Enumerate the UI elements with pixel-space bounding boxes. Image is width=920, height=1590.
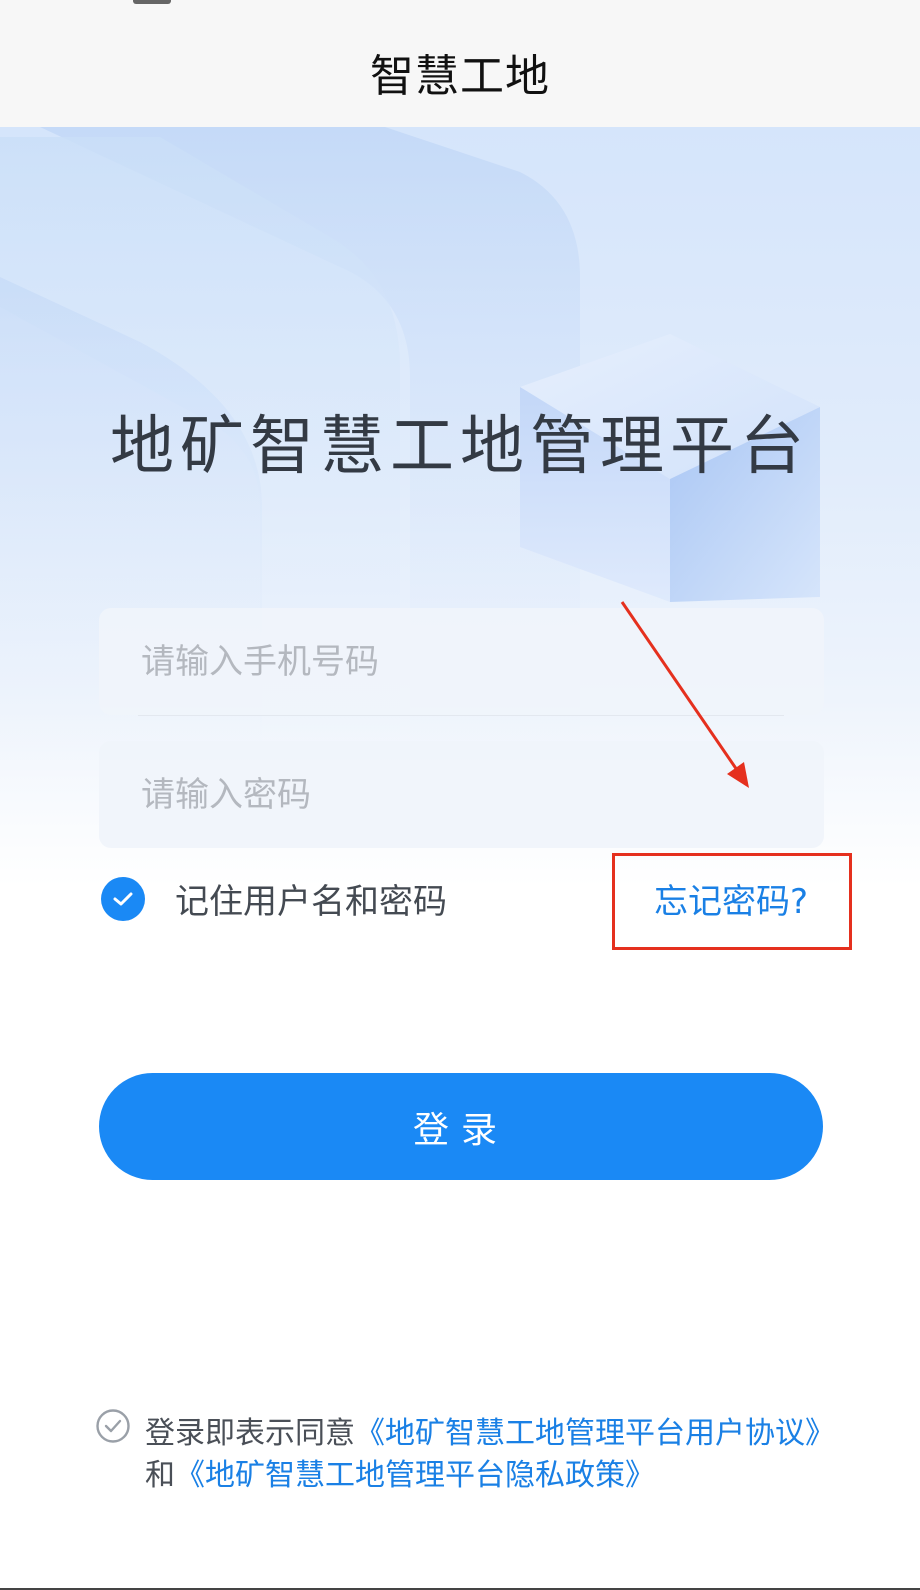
user-agreement-link[interactable]: 《地矿智慧工地管理平台用户协议》 (355, 1416, 835, 1451)
check-outline-icon[interactable] (95, 1408, 131, 1444)
remember-credentials-checkbox[interactable]: 记住用户名和密码 (101, 874, 447, 923)
remember-credentials-label: 记住用户名和密码 (175, 882, 447, 922)
agreement-line-1: 登录即表示同意《地矿智慧工地管理平台用户协议》 (145, 1408, 835, 1452)
app-header: 智慧工地 (0, 0, 920, 127)
agreement-line-2: 和《地矿智慧工地管理平台隐私政策》 (145, 1450, 655, 1494)
status-bar-notch (133, 0, 171, 4)
agreement-prefix: 登录即表示同意 (145, 1416, 355, 1451)
agreement-conjunction: 和 (145, 1458, 175, 1493)
arrow-icon (620, 601, 749, 788)
privacy-policy-link[interactable]: 《地矿智慧工地管理平台隐私政策》 (175, 1458, 655, 1493)
annotation-highlight-box (612, 853, 852, 950)
check-icon[interactable] (101, 876, 145, 921)
platform-title: 地矿智慧工地管理平台 (110, 410, 810, 484)
page-title: 智慧工地 (370, 51, 550, 102)
login-button[interactable]: 登录 (99, 1073, 823, 1180)
